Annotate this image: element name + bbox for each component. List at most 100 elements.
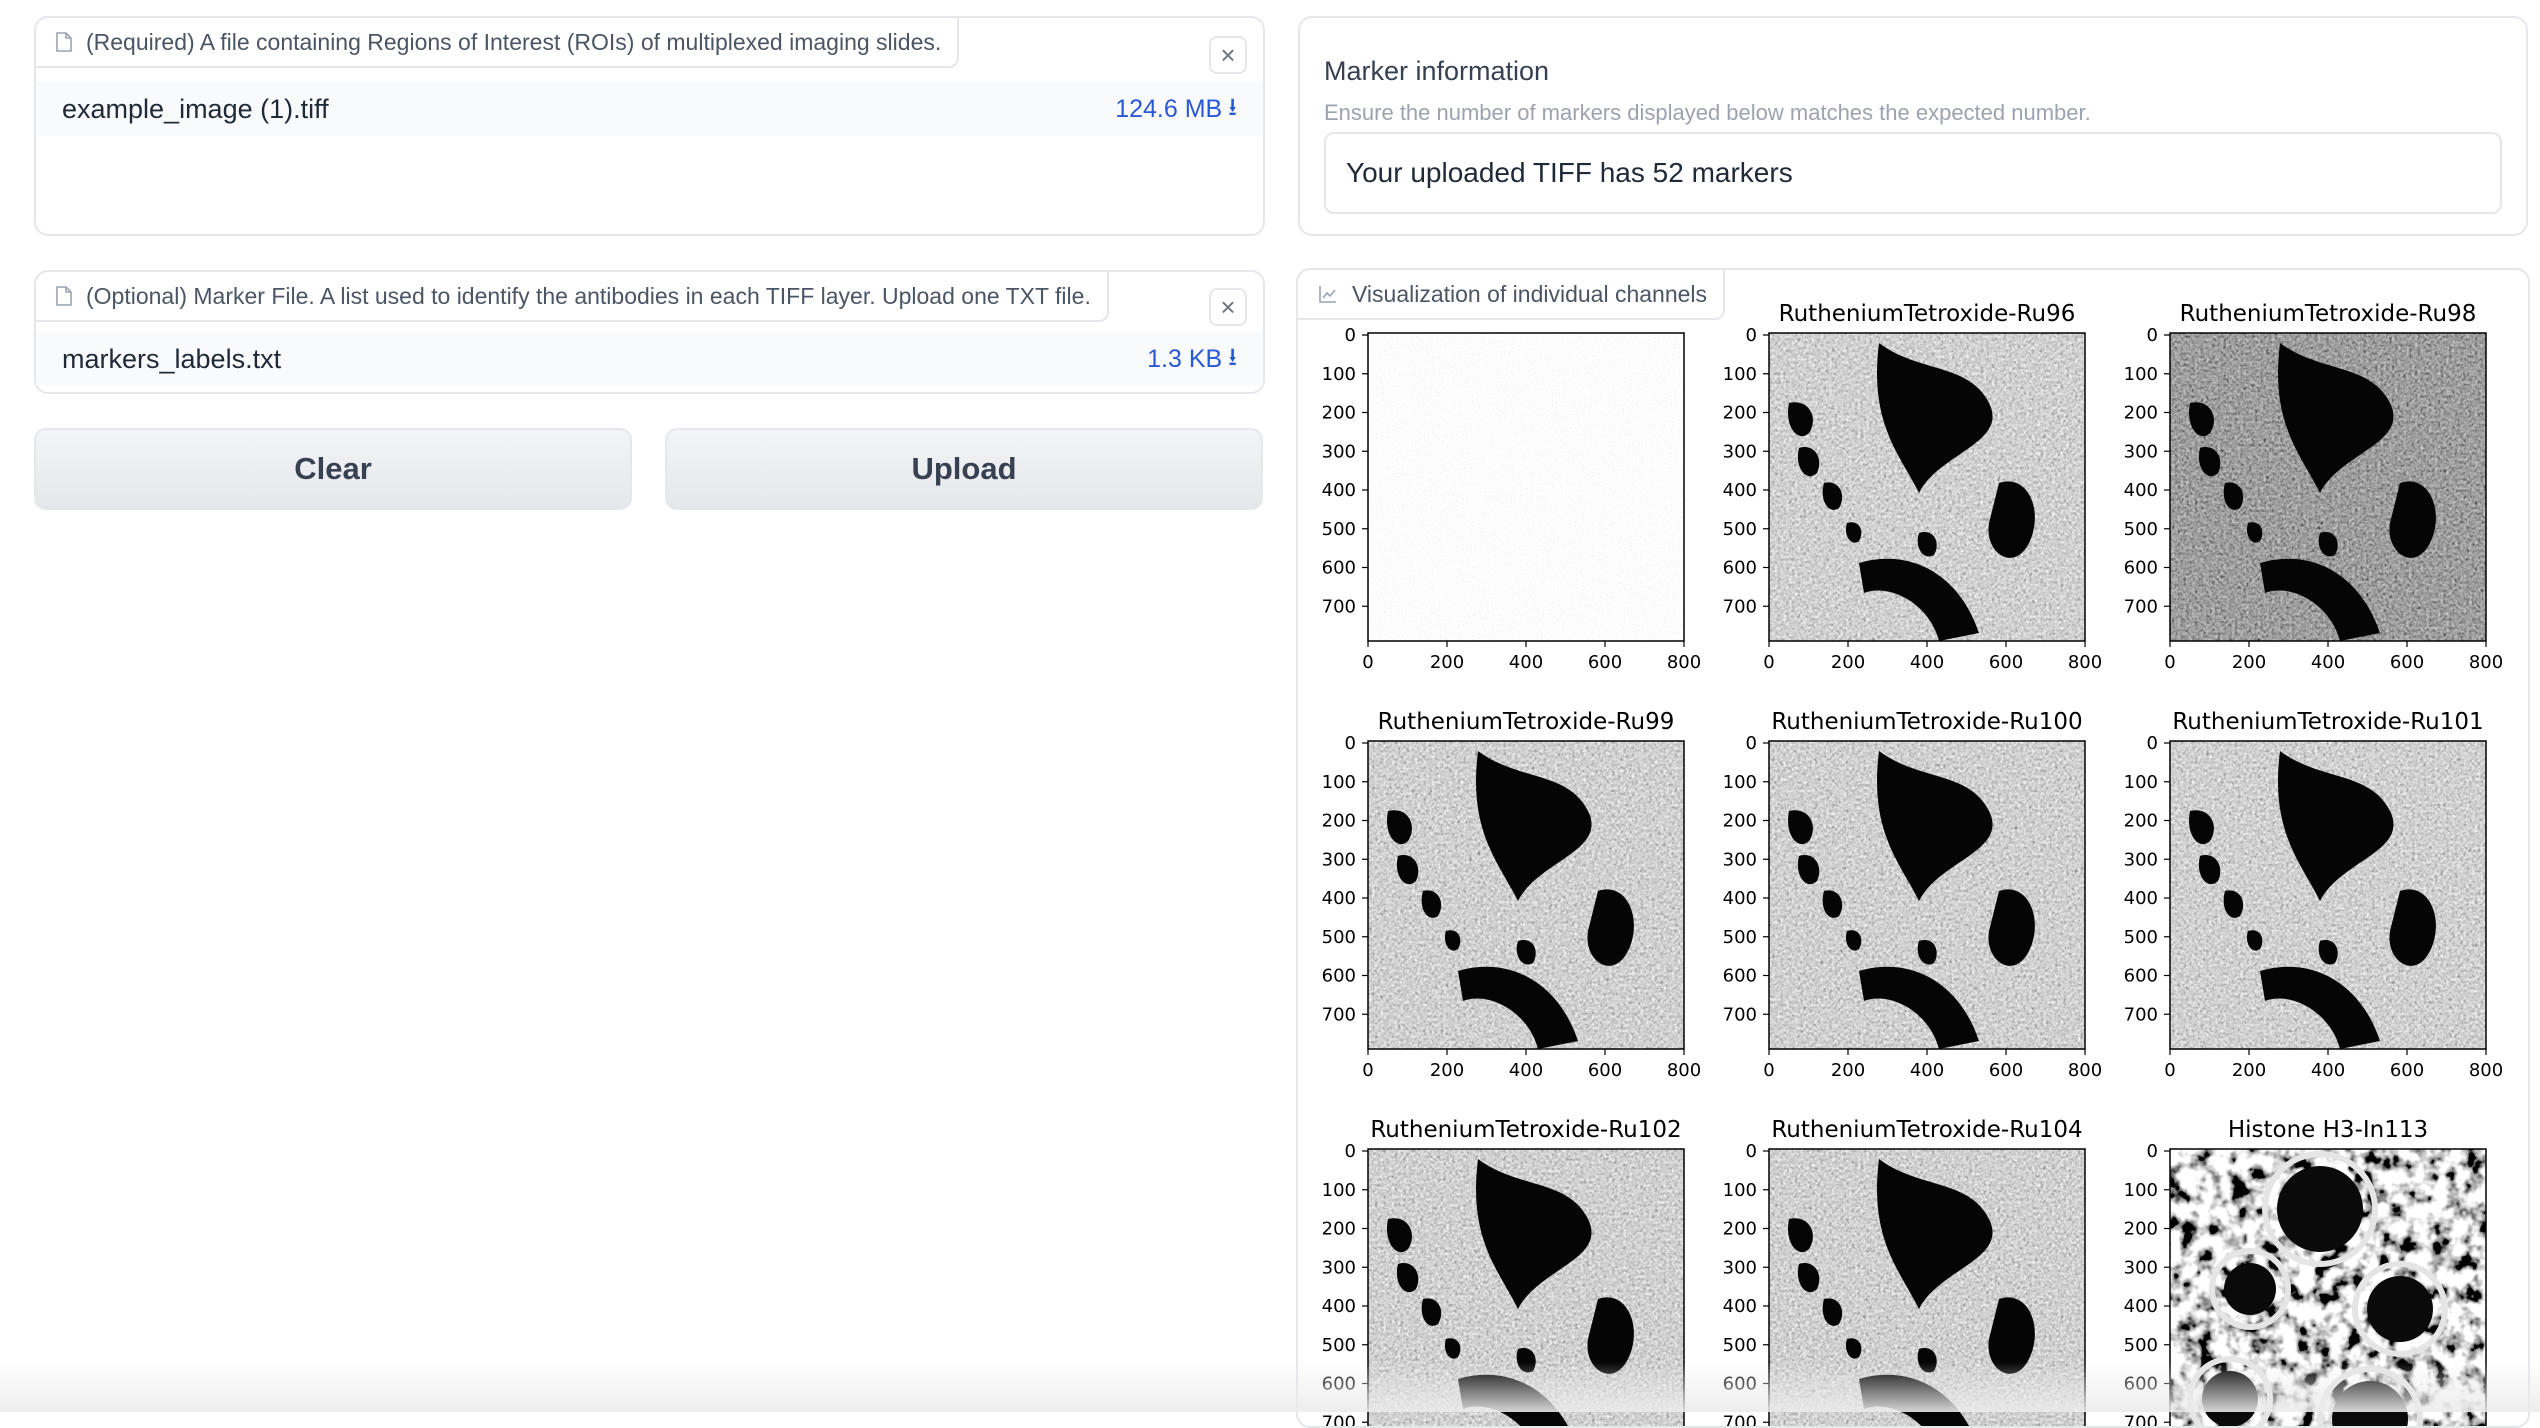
y-tick-label: 600 xyxy=(1723,558,1757,579)
y-tick-label: 0 xyxy=(1746,325,1757,346)
y-tick-label: 700 xyxy=(1322,1004,1356,1025)
y-tick-label: 500 xyxy=(1322,519,1356,540)
y-tick-label: 200 xyxy=(2124,1219,2158,1240)
visualization-label-text: Visualization of individual channels xyxy=(1352,280,1708,307)
file-icon xyxy=(56,32,72,52)
marker-info-title: Marker information xyxy=(1324,56,1550,86)
file-icon xyxy=(56,286,72,306)
y-tick-label: 300 xyxy=(1322,441,1356,462)
roi-file-name: example_image (1).tiff xyxy=(62,93,329,124)
y-tick-label: 400 xyxy=(1723,1296,1757,1317)
channel-plot-title: RutheniumTetroxide-Ru101 xyxy=(2172,709,2483,735)
y-tick-label: 400 xyxy=(1322,888,1356,909)
x-tick-label: 400 xyxy=(2311,652,2345,673)
channel-plot: RutheniumTetroxide-Ru101 0 100 200 300 400 500… xyxy=(2124,709,2504,1081)
y-tick-label: 500 xyxy=(1322,1335,1356,1356)
roi-file-row: example_image (1).tiff 124.6 MB ⭳ xyxy=(36,82,1263,136)
channel-plot: RutheniumTetroxide-Ru98 0 100 200 300 400 500 6… xyxy=(2124,301,2504,673)
y-tick-label: 500 xyxy=(2124,1335,2158,1356)
channel-image xyxy=(1368,333,1684,641)
y-tick-label: 100 xyxy=(2124,1180,2158,1201)
x-tick-label: 800 xyxy=(1667,1060,1701,1081)
y-tick-label: 500 xyxy=(1723,1335,1757,1356)
y-tick-label: 700 xyxy=(2124,596,2158,617)
x-tick-label: 400 xyxy=(1910,1060,1944,1081)
roi-file-label-text: (Required) A file containing Regions of … xyxy=(86,28,942,55)
y-tick-label: 100 xyxy=(1723,1180,1757,1201)
channel-plot: RutheniumTetroxide-Ru99 0 100 200 300 400 500 6… xyxy=(1322,709,1702,1081)
y-tick-label: 100 xyxy=(2124,364,2158,385)
y-tick-label: 300 xyxy=(1322,1257,1356,1278)
y-tick-label: 400 xyxy=(2124,888,2158,909)
x-tick-label: 200 xyxy=(1430,1060,1464,1081)
marker-file-download-link[interactable]: 1.3 KB ⭳ xyxy=(1147,338,1237,381)
channel-plot-title: RutheniumTetroxide-Ru104 xyxy=(1771,1117,2082,1143)
channel-plot: 0 100 200 300 400 500 600 700 0 200 400 600 800 xyxy=(1322,325,1702,673)
y-tick-label: 300 xyxy=(1723,849,1757,870)
y-tick-label: 0 xyxy=(1345,733,1356,754)
bottom-shadow xyxy=(0,1362,2540,1412)
y-tick-label: 200 xyxy=(2124,811,2158,832)
y-tick-label: 700 xyxy=(2124,1004,2158,1025)
x-tick-label: 200 xyxy=(1430,652,1464,673)
marker-file-size: 1.3 KB xyxy=(1147,344,1223,373)
channel-plot: RutheniumTetroxide-Ru100 0 100 200 300 400 500… xyxy=(1723,709,2103,1081)
x-tick-label: 800 xyxy=(2469,1060,2503,1081)
roi-file-label: (Required) A file containing Regions of … xyxy=(34,16,960,68)
visualization-panel: 0 100 200 300 400 500 600 700 0 200 400 600 800 Ruthe… xyxy=(1296,268,2530,1428)
marker-file-label-text: (Optional) Marker File. A list used to i… xyxy=(86,282,1091,309)
y-tick-label: 400 xyxy=(2124,1296,2158,1317)
y-tick-label: 600 xyxy=(2124,558,2158,579)
roi-file-panel: (Required) A file containing Regions of … xyxy=(34,16,1265,236)
y-tick-label: 600 xyxy=(1322,558,1356,579)
x-tick-label: 400 xyxy=(1509,652,1543,673)
close-icon: × xyxy=(1220,291,1236,322)
channel-plot-title: RutheniumTetroxide-Ru102 xyxy=(1370,1117,1681,1143)
y-tick-label: 0 xyxy=(2147,1141,2158,1162)
y-tick-label: 500 xyxy=(1322,927,1356,948)
y-tick-label: 300 xyxy=(2124,1257,2158,1278)
x-tick-label: 600 xyxy=(1989,1060,2023,1081)
x-tick-label: 200 xyxy=(1831,1060,1865,1081)
y-tick-label: 200 xyxy=(1723,403,1757,424)
y-tick-label: 700 xyxy=(1723,1412,1757,1426)
y-tick-label: 700 xyxy=(1322,596,1356,617)
roi-remove-file-button[interactable]: × xyxy=(1209,36,1247,74)
channel-plot-title: RutheniumTetroxide-Ru100 xyxy=(1771,709,2082,735)
y-tick-label: 400 xyxy=(1723,888,1757,909)
y-tick-label: 700 xyxy=(1723,1004,1757,1025)
visualization-label: Visualization of individual channels xyxy=(1296,268,1726,320)
chart-icon xyxy=(1319,286,1336,303)
x-tick-label: 0 xyxy=(1763,652,1774,673)
y-tick-label: 100 xyxy=(1322,772,1356,793)
roi-file-size: 124.6 MB xyxy=(1115,94,1223,123)
y-tick-label: 0 xyxy=(2147,325,2158,346)
y-tick-label: 100 xyxy=(1723,772,1757,793)
channel-plot-title: RutheniumTetroxide-Ru96 xyxy=(1779,301,2076,327)
upload-button[interactable]: Upload xyxy=(665,428,1263,510)
y-tick-label: 100 xyxy=(1322,364,1356,385)
y-tick-label: 500 xyxy=(1723,519,1757,540)
x-tick-label: 600 xyxy=(2390,1060,2424,1081)
y-tick-label: 0 xyxy=(1746,1141,1757,1162)
roi-file-download-link[interactable]: 124.6 MB ⭳ xyxy=(1115,88,1237,131)
x-tick-label: 800 xyxy=(2068,652,2102,673)
marker-count-output: Your uploaded TIFF has 52 markers xyxy=(1324,132,2502,214)
channel-plots: 01002003004005006007000 200 400 600 800Ruthe… xyxy=(1322,301,2504,1426)
histone-lumen xyxy=(2367,1276,2433,1342)
y-tick-label: 400 xyxy=(1723,480,1757,501)
marker-info-panel: Marker information Ensure the number of … xyxy=(1298,16,2528,236)
close-icon: × xyxy=(1220,39,1236,70)
x-tick-label: 0 xyxy=(1763,1060,1774,1081)
y-tick-label: 400 xyxy=(2124,480,2158,501)
marker-remove-file-button[interactable]: × xyxy=(1209,288,1247,326)
y-tick-label: 600 xyxy=(2124,966,2158,987)
x-tick-label: 400 xyxy=(1509,1060,1543,1081)
y-tick-label: 600 xyxy=(1322,966,1356,987)
x-tick-label: 0 xyxy=(1362,1060,1373,1081)
channel-plot-title: Histone H3-In113 xyxy=(2228,1117,2428,1143)
y-tick-label: 100 xyxy=(1723,364,1757,385)
clear-button[interactable]: Clear xyxy=(34,428,632,510)
x-tick-label: 0 xyxy=(1362,652,1373,673)
y-tick-label: 200 xyxy=(1322,1219,1356,1240)
